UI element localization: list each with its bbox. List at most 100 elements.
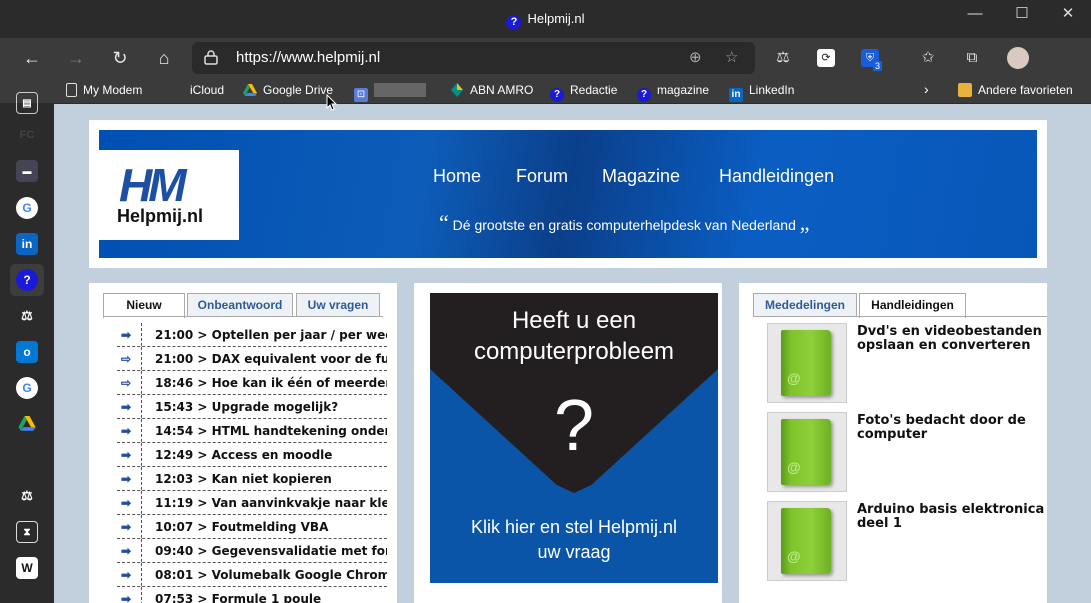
table-row[interactable]: ⇨ 21:00 > DAX equivalent voor de funct... [117,347,387,371]
extension-icon[interactable]: ⟳ [817,49,835,67]
thread-title[interactable]: HTML handtekening onder do [212,424,387,438]
table-row[interactable]: ➡ 09:40 > Gegevensvalidatie met formul [117,539,387,563]
thread-title[interactable]: Van aanvinkvakje naar kleur... [212,496,387,510]
table-row[interactable]: ➡ 15:43 > Upgrade mogelijk? [117,395,387,419]
tab-uw-vragen[interactable]: Uw vragen [296,293,380,317]
thread-title[interactable]: Gegevensvalidatie met formul [212,544,387,558]
thread-link[interactable]: 07:53 > Formule 1 poule [155,592,321,603]
thread-link[interactable]: 15:43 > Upgrade mogelijk? [155,400,338,414]
guide-item[interactable]: @ Foto's bedacht door de computer [767,412,1047,494]
favorites-icon[interactable]: ✩ [917,48,939,68]
thread-link[interactable]: 14:54 > HTML handtekening onder do [155,424,387,438]
table-row[interactable]: ➡ 12:03 > Kan niet kopieren [117,467,387,491]
thread-link[interactable]: 12:03 > Kan niet kopieren [155,472,332,486]
scale-icon[interactable]: ⚖ [16,305,38,327]
guide-title[interactable]: Foto's bedacht door de computer [857,414,1047,442]
site-logo[interactable]: HM Helpmij.nl [99,150,239,240]
guide-thumbnail[interactable]: @ [767,323,847,403]
address-bar[interactable]: https://www.helpmij.nl ⊕ ☆ [192,42,755,74]
thread-link[interactable]: 21:00 > DAX equivalent voor de funct... [155,352,387,366]
guide-title[interactable]: Arduino basis elektronica deel 1 [857,503,1047,531]
google-drive-icon[interactable] [16,413,38,435]
forward-button[interactable]: → [61,44,91,72]
bookmark-hidden[interactable]: ⊡ [354,83,426,102]
chevron-right-icon[interactable]: › [924,81,929,97]
nav-forum[interactable]: Forum [516,166,568,187]
google-icon[interactable]: G [16,377,38,399]
promo-line-1: Heeft u een [511,307,637,334]
table-row[interactable]: ➡ 08:01 > Volumebalk Google Chrome w [117,563,387,587]
table-row[interactable]: ➡ 14:54 > HTML handtekening onder do [117,419,387,443]
helpmij-icon[interactable]: ? [16,269,38,291]
home-button[interactable]: ⌂ [149,44,179,72]
bookmark-redactie[interactable]: ? Redactie [550,83,617,102]
extension-icon[interactable]: ⧗ [16,521,38,543]
collections-icon[interactable]: ⧉ [961,48,983,68]
thread-title[interactable]: Foutmelding VBA [212,520,329,534]
minimize-button[interactable]: — [952,0,998,30]
scale-icon[interactable]: ⚖ [16,485,38,507]
tab-onbeantwoord[interactable]: Onbeantwoord [187,293,293,317]
thread-title[interactable]: DAX equivalent voor de funct... [212,352,387,366]
folder-icon [958,83,972,97]
lock-icon[interactable] [204,50,218,65]
thread-title[interactable]: Kan niet kopieren [212,472,332,486]
thread-link[interactable]: 08:01 > Volumebalk Google Chrome w [155,568,387,582]
page-icon [66,83,77,97]
thread-link[interactable]: 12:49 > Access en moodle [155,448,332,462]
app-icon[interactable]: ▬ [16,160,38,182]
thread-title[interactable]: Access en moodle [212,448,333,462]
back-button[interactable]: ← [17,44,47,72]
apple-icon[interactable] [16,449,38,471]
maximize-button[interactable]: ☐ [999,0,1045,30]
thread-title[interactable]: Volumebalk Google Chrome w [212,568,387,582]
linkedin-icon[interactable]: in [16,233,38,255]
thread-title[interactable]: Optellen per jaar / per week [212,328,387,342]
table-row[interactable]: ➡ 12:49 > Access en moodle [117,443,387,467]
table-row[interactable]: ⇨ 18:46 > Hoe kan ik één of meerdere k... [117,371,387,395]
guide-title[interactable]: Dvd's en videobestanden opslaan en conve… [857,325,1047,353]
app-icon[interactable]: FC [16,124,38,146]
wikipedia-icon[interactable]: W [16,557,38,579]
guide-item[interactable]: @ Dvd's en videobestanden opslaan en con… [767,323,1047,405]
thread-link[interactable]: 11:19 > Van aanvinkvakje naar kleur... [155,496,387,510]
nav-home[interactable]: Home [433,166,481,187]
add-favorite-icon[interactable]: ☆ [725,48,738,66]
bookmark-other-favorites[interactable]: Andere favorieten [958,83,1073,97]
table-row[interactable]: ➡ 10:07 > Foutmelding VBA [117,515,387,539]
profile-avatar[interactable] [1007,47,1029,69]
nav-magazine[interactable]: Magazine [602,166,680,187]
table-row[interactable]: ➡ 07:53 > Formule 1 poule [117,587,387,603]
thread-title[interactable]: Hoe kan ik één of meerdere k... [212,376,387,390]
bookmark-linkedin[interactable]: in LinkedIn [729,83,794,102]
thread-link[interactable]: 21:00 > Optellen per jaar / per week [155,328,387,342]
bookmark-icloud[interactable]: iCloud [170,83,224,97]
url-text[interactable]: https://www.helpmij.nl [236,49,380,66]
guide-thumbnail[interactable]: @ [767,412,847,492]
table-row[interactable]: ➡ 21:00 > Optellen per jaar / per week [117,323,387,347]
thread-link[interactable]: 18:46 > Hoe kan ik één of meerdere k... [155,376,387,390]
outlook-icon[interactable]: o [16,341,38,363]
guide-thumbnail[interactable]: @ [767,501,847,581]
tab-handleidingen[interactable]: Handleidingen [859,293,966,318]
bookmark-my-modem[interactable]: My Modem [66,83,142,97]
extension-icon[interactable]: ⚖ [772,48,794,68]
ask-question-banner[interactable]: Heeft u een computerprobleem ? Klik hier… [430,293,718,583]
table-row[interactable]: ➡ 11:19 > Van aanvinkvakje naar kleur... [117,491,387,515]
bookmark-google-drive[interactable]: Google Drive [243,83,333,98]
nav-handleidingen[interactable]: Handleidingen [719,166,834,187]
zoom-icon[interactable]: ⊕ [689,48,702,66]
bookmark-magazine[interactable]: ? magazine [637,83,709,102]
app-icon[interactable]: ▤ [16,92,38,114]
refresh-button[interactable]: ↻ [105,44,135,72]
thread-title[interactable]: Formule 1 poule [212,592,322,603]
google-icon[interactable]: G [16,197,38,219]
bookmark-abn-amro[interactable]: ABN AMRO [450,83,533,97]
tab-nieuw[interactable]: Nieuw [103,293,185,318]
guide-item[interactable]: @ Arduino basis elektronica deel 1 [767,501,1047,583]
thread-link[interactable]: 09:40 > Gegevensvalidatie met formul [155,544,387,558]
tab-mededelingen[interactable]: Mededelingen [753,293,857,317]
thread-title[interactable]: Upgrade mogelijk? [212,400,339,414]
close-button[interactable]: ✕ [1045,0,1091,30]
thread-link[interactable]: 10:07 > Foutmelding VBA [155,520,328,534]
